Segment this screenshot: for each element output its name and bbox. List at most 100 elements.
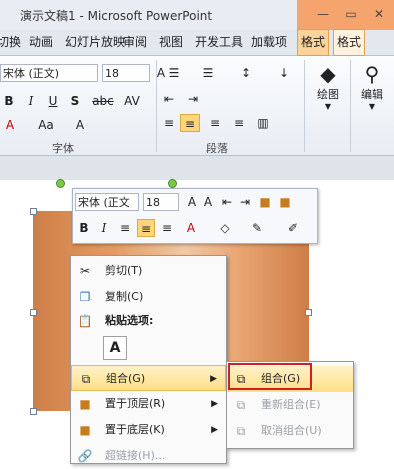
mini-italic-label: I <box>101 221 107 235</box>
paste-keep-text-button[interactable]: A <box>103 336 127 360</box>
editing-label: 编辑 <box>361 88 383 101</box>
font-group-label: 字体 <box>52 142 74 155</box>
mini-shrink-font-button[interactable]: A <box>201 193 215 211</box>
mini-font-name[interactable]: 宋体 (正文 <box>75 193 139 211</box>
mini-font-color-button[interactable]: A <box>183 219 199 237</box>
menu-item-send-to-back[interactable]: ■ 置于底层(K) ▶ <box>71 417 226 443</box>
line-spacing-button[interactable]: ↕ <box>234 64 258 82</box>
mini-align-left-button[interactable]: ≡ <box>117 219 133 237</box>
paragraph-group-label: 段落 <box>206 142 228 155</box>
drawing-button[interactable]: ◆ 绘图 ▼ <box>310 62 346 132</box>
submenu-item-ungroup[interactable]: ⧉ 取消组合(U) <box>227 418 353 444</box>
italic-label: I <box>28 94 34 108</box>
mini-indent-button[interactable]: ⇤ <box>219 193 235 211</box>
mini-grow-font-button[interactable]: A <box>185 193 199 211</box>
editing-button[interactable]: ⚲ 编辑 ▼ <box>354 62 390 132</box>
font-color-button[interactable]: A <box>2 116 18 134</box>
mini-bold-label: B <box>79 221 89 235</box>
columns-button[interactable]: ▥ <box>254 114 272 132</box>
paste-icon: 📋 <box>77 314 93 328</box>
mini-outline-icon[interactable]: ✎ <box>249 219 265 237</box>
tab-format-picture[interactable]: 格式 <box>333 29 366 56</box>
tab-transitions[interactable]: 切换 <box>0 30 24 55</box>
close-button[interactable]: ✕ <box>366 4 392 24</box>
mini-align-right-button[interactable]: ≡ <box>159 219 175 237</box>
numbering-button[interactable]: ☰ <box>194 64 222 82</box>
change-case-button[interactable]: Aa <box>34 116 58 134</box>
text-direction-button[interactable]: ↓ <box>272 64 296 82</box>
tab-slideshow[interactable]: 幻灯片放映 <box>62 30 128 55</box>
mini-send-back-icon[interactable]: ■ <box>277 193 293 211</box>
resize-handle[interactable] <box>30 408 37 415</box>
mini-font-size[interactable]: 18 <box>143 193 179 211</box>
chevron-down-icon: ▼ <box>368 102 376 111</box>
menu-item-label: 置于底层(K) <box>105 423 165 436</box>
tab-animations[interactable]: 动画 <box>26 30 56 55</box>
bold-label: B <box>4 94 14 108</box>
char-spacing-button[interactable]: AV <box>120 92 144 110</box>
align-center-button[interactable]: ≡ <box>180 114 200 132</box>
menu-item-label: 超链接(H)... <box>105 449 166 462</box>
chevron-down-icon: ▼ <box>324 102 332 111</box>
submenu-item-label: 取消组合(U) <box>261 424 322 437</box>
find-icon: ⚲ <box>364 62 380 86</box>
ribbon-tab-bar: 切换 动画 幻灯片放映 审阅 视图 开发工具 加载项 格式 格式 <box>0 29 394 56</box>
mini-fill-icon[interactable]: ◇ <box>217 219 233 237</box>
font-size-combo[interactable]: 18 <box>102 64 150 82</box>
menu-item-hyperlink[interactable]: 🔗 超链接(H)... <box>71 443 226 469</box>
shadow-button[interactable]: S <box>68 92 82 110</box>
resize-handle[interactable] <box>305 309 312 316</box>
menu-item-copy[interactable]: ❐ 复制(C) <box>71 284 226 310</box>
minimize-button[interactable]: — <box>310 4 336 24</box>
resize-handle[interactable] <box>30 309 37 316</box>
highlight-box <box>228 363 312 390</box>
mini-outdent-button[interactable]: ⇥ <box>237 193 253 211</box>
drawing-icon: ◆ <box>320 62 336 86</box>
ungroup-icon: ⧉ <box>236 424 246 438</box>
mini-bring-front-icon[interactable]: ■ <box>257 193 273 211</box>
menu-item-bring-to-front[interactable]: ■ 置于顶层(R) ▶ <box>71 391 226 417</box>
drawing-label: 绘图 <box>317 88 339 101</box>
submenu-item-regroup[interactable]: ⧉ 重新组合(E) <box>227 392 353 418</box>
mini-format-painter-icon[interactable]: ✐ <box>285 219 301 237</box>
submenu-item-label: 重新组合(E) <box>261 398 321 411</box>
mini-align-center-button[interactable]: ≡ <box>137 219 155 237</box>
italic-button[interactable]: I <box>24 92 38 110</box>
mini-bold-button[interactable]: B <box>77 219 91 237</box>
tab-review[interactable]: 审阅 <box>120 30 150 55</box>
chevron-right-icon: ▶ <box>210 374 217 384</box>
bullets-button[interactable]: ☰ <box>160 64 188 82</box>
send-back-icon: ■ <box>79 423 91 437</box>
menu-item-cut[interactable]: ✂ 剪切(T) <box>71 258 226 284</box>
decrease-indent-button[interactable]: ⇤ <box>160 90 178 108</box>
menu-item-label: 复制(C) <box>105 290 144 303</box>
menu-item-group[interactable]: ⧉ 组合(G) ▶ <box>71 365 226 391</box>
font-name-combo[interactable]: 宋体 (正文) <box>0 64 98 82</box>
group-separator <box>156 60 157 152</box>
align-left-button[interactable]: ≡ <box>160 114 178 132</box>
chevron-right-icon: ▶ <box>211 399 218 409</box>
strikethrough-button[interactable]: abc <box>90 92 116 110</box>
rotate-handle[interactable] <box>168 179 177 188</box>
chevron-right-icon: ▶ <box>211 425 218 435</box>
group-icon: ⧉ <box>81 372 91 386</box>
menu-item-label: 组合(G) <box>106 372 146 385</box>
tab-view[interactable]: 视图 <box>156 30 186 55</box>
underline-label: U <box>48 94 58 108</box>
increase-indent-button[interactable]: ⇥ <box>184 90 202 108</box>
clear-format-button[interactable]: A <box>72 116 88 134</box>
restore-button[interactable]: ▭ <box>338 4 364 24</box>
bring-front-icon: ■ <box>79 397 91 411</box>
align-right-button[interactable]: ≡ <box>206 114 224 132</box>
bold-button[interactable]: B <box>2 92 16 110</box>
tab-format-drawing[interactable]: 格式 <box>297 29 330 56</box>
justify-button[interactable]: ≡ <box>230 114 248 132</box>
tab-developer[interactable]: 开发工具 <box>192 30 246 55</box>
mini-italic-button[interactable]: I <box>97 219 111 237</box>
tab-addins[interactable]: 加载项 <box>248 30 290 55</box>
resize-handle[interactable] <box>30 208 37 215</box>
rotate-handle[interactable] <box>56 179 65 188</box>
copy-icon: ❐ <box>79 290 91 304</box>
underline-button[interactable]: U <box>46 92 60 110</box>
scissors-icon: ✂ <box>79 264 91 278</box>
